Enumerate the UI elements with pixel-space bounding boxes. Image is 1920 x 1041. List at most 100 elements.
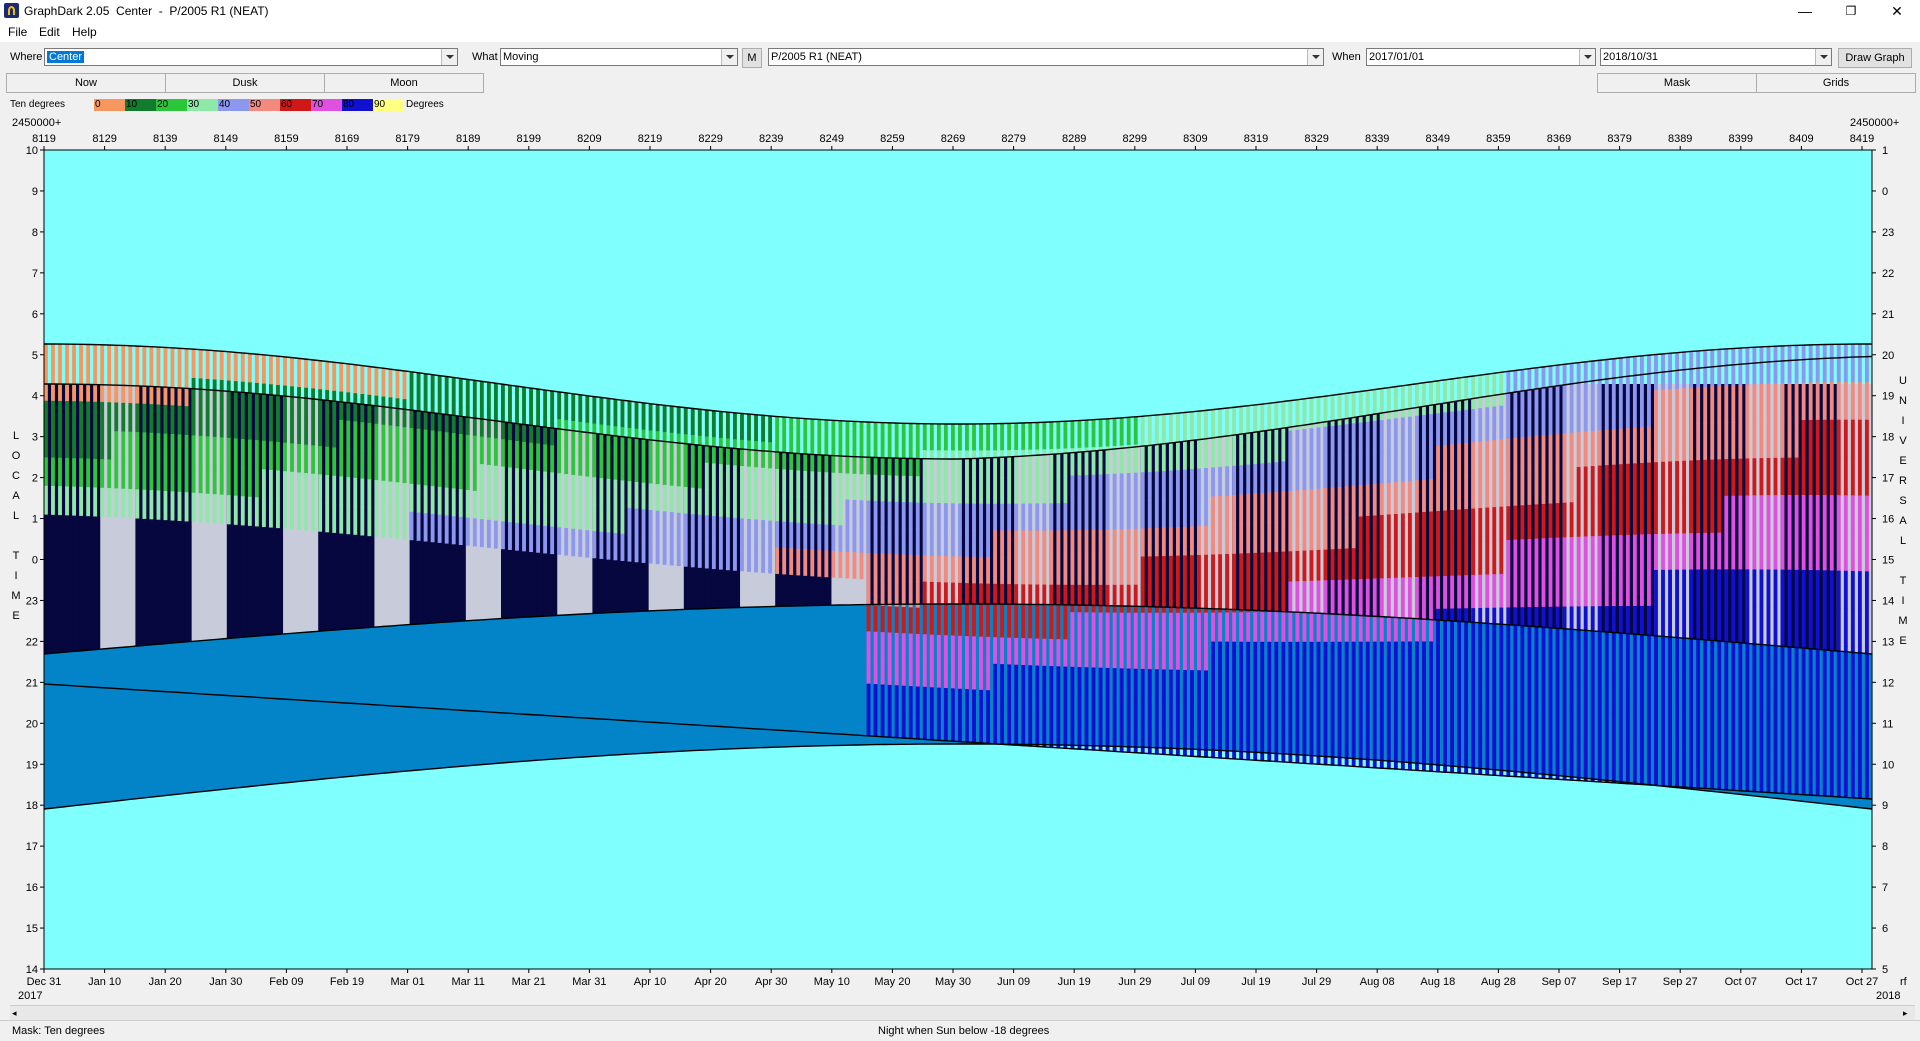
altitude-stripe bbox=[887, 501, 892, 529]
altitude-stripe bbox=[1548, 572, 1553, 608]
altitude-stripe bbox=[1119, 612, 1124, 642]
from-date-combo[interactable]: 2017/01/01 bbox=[1366, 48, 1596, 66]
altitude-stripe bbox=[1611, 464, 1616, 501]
altitude-stripe bbox=[1147, 584, 1152, 614]
altitude-stripe bbox=[58, 372, 62, 402]
scroll-left-icon[interactable]: ◂ bbox=[12, 1008, 17, 1019]
altitude-stripe bbox=[1098, 612, 1103, 641]
altitude-stripe bbox=[276, 442, 280, 472]
dusk-button[interactable]: Dusk bbox=[165, 73, 325, 93]
altitude-stripe bbox=[1175, 527, 1180, 557]
altitude-stripe bbox=[887, 553, 892, 581]
altitude-stripe bbox=[894, 711, 899, 739]
moon-button[interactable]: Moon bbox=[324, 73, 484, 93]
altitude-stripe bbox=[993, 530, 998, 558]
altitude-stripe bbox=[1822, 344, 1827, 383]
altitude-stripe bbox=[901, 423, 906, 451]
altitude-stripe bbox=[1745, 458, 1750, 496]
altitude-stripe bbox=[536, 497, 541, 526]
menu-file[interactable]: File bbox=[8, 25, 27, 39]
grids-button[interactable]: Grids bbox=[1756, 73, 1916, 93]
chevron-down-icon[interactable] bbox=[1579, 49, 1595, 65]
altitude-stripe bbox=[1000, 557, 1005, 585]
bottom-tick-label: Jun 09 bbox=[997, 976, 1030, 988]
altitude-stripe bbox=[1316, 672, 1321, 704]
bottom-tick-label: Mar 31 bbox=[572, 976, 606, 988]
altitude-stripe bbox=[1618, 535, 1623, 572]
altitude-stripe bbox=[51, 429, 55, 459]
altitude-stripe bbox=[1850, 419, 1855, 459]
altitude-stripe bbox=[950, 476, 955, 504]
altitude-stripe bbox=[1351, 516, 1356, 549]
altitude-stripe bbox=[332, 447, 337, 477]
altitude-stripe bbox=[1766, 457, 1771, 496]
altitude-stripe bbox=[1548, 434, 1553, 470]
maximize-button[interactable]: ❐ bbox=[1828, 0, 1874, 22]
altitude-stripe bbox=[114, 402, 119, 432]
altitude-stripe bbox=[1661, 641, 1665, 679]
chevron-down-icon[interactable] bbox=[1307, 49, 1323, 65]
minimize-button[interactable]: — bbox=[1782, 0, 1828, 22]
chevron-down-icon[interactable] bbox=[441, 49, 457, 65]
draw-graph-button[interactable]: Draw Graph bbox=[1838, 48, 1912, 68]
altitude-stripe bbox=[1808, 720, 1813, 759]
to-date-combo[interactable]: 2018/10/31 bbox=[1600, 48, 1832, 66]
altitude-stripe bbox=[936, 476, 941, 504]
altitude-stripe bbox=[1471, 608, 1476, 642]
menu-help[interactable]: Help bbox=[72, 25, 97, 39]
left-axis-letter: O bbox=[12, 450, 21, 462]
menu-edit[interactable]: Edit bbox=[39, 25, 60, 39]
chevron-down-icon[interactable] bbox=[1815, 49, 1831, 65]
mask-button[interactable]: Mask bbox=[1597, 73, 1757, 93]
altitude-stripe bbox=[1049, 584, 1054, 613]
object-combo[interactable]: P/2005 R1 (NEAT) bbox=[768, 48, 1324, 66]
twilight-bar bbox=[79, 650, 87, 805]
altitude-stripe bbox=[163, 404, 168, 435]
altitude-stripe bbox=[1443, 445, 1447, 479]
altitude-stripe bbox=[1323, 518, 1328, 551]
altitude-stripe bbox=[557, 446, 562, 474]
twilight-bar bbox=[128, 646, 136, 800]
altitude-stripe bbox=[1239, 671, 1244, 702]
m-button[interactable]: M bbox=[742, 48, 762, 68]
altitude-stripe bbox=[93, 430, 98, 460]
altitude-stripe bbox=[1302, 550, 1307, 582]
altitude-stripe bbox=[1513, 471, 1518, 507]
altitude-stripe bbox=[290, 414, 294, 444]
chevron-down-icon[interactable] bbox=[721, 49, 737, 65]
close-button[interactable]: ✕ bbox=[1874, 0, 1920, 22]
altitude-stripe bbox=[191, 377, 196, 408]
altitude-stripe bbox=[1457, 476, 1462, 511]
scroll-right-icon[interactable]: ▸ bbox=[1903, 1008, 1908, 1019]
altitude-stripe bbox=[1710, 715, 1715, 753]
what-combo[interactable]: Moving bbox=[500, 48, 738, 66]
altitude-stripe bbox=[261, 383, 266, 413]
altitude-stripe bbox=[1351, 392, 1356, 424]
altitude-stripe bbox=[718, 516, 723, 544]
altitude-stripe bbox=[1492, 406, 1497, 441]
altitude-stripe bbox=[1815, 570, 1820, 609]
altitude-stripe bbox=[901, 554, 906, 582]
altitude-stripe bbox=[1007, 664, 1012, 692]
altitude-stripe bbox=[1752, 643, 1757, 682]
altitude-stripe bbox=[782, 547, 787, 575]
altitude-stripe bbox=[859, 474, 864, 501]
altitude-stripe bbox=[1759, 346, 1764, 385]
altitude-stripe bbox=[1344, 486, 1349, 518]
now-button[interactable]: Now bbox=[6, 73, 166, 93]
altitude-stripe bbox=[1211, 525, 1215, 556]
altitude-stripe bbox=[1035, 422, 1040, 450]
altitude-stripe bbox=[648, 430, 653, 458]
legend-value: 80 bbox=[343, 99, 355, 110]
altitude-stripe bbox=[1829, 419, 1834, 458]
where-value: Center bbox=[47, 51, 85, 63]
altitude-stripe bbox=[86, 458, 91, 488]
horizontal-scrollbar[interactable]: ◂ ▸ bbox=[10, 1005, 1915, 1020]
altitude-stripe bbox=[1232, 583, 1237, 613]
where-combo[interactable]: Center bbox=[44, 48, 458, 66]
altitude-stripe bbox=[290, 357, 294, 387]
altitude-stripe bbox=[388, 425, 393, 454]
altitude-stripe bbox=[1014, 503, 1019, 532]
altitude-stripe bbox=[79, 401, 84, 431]
twilight-bar bbox=[416, 623, 425, 770]
